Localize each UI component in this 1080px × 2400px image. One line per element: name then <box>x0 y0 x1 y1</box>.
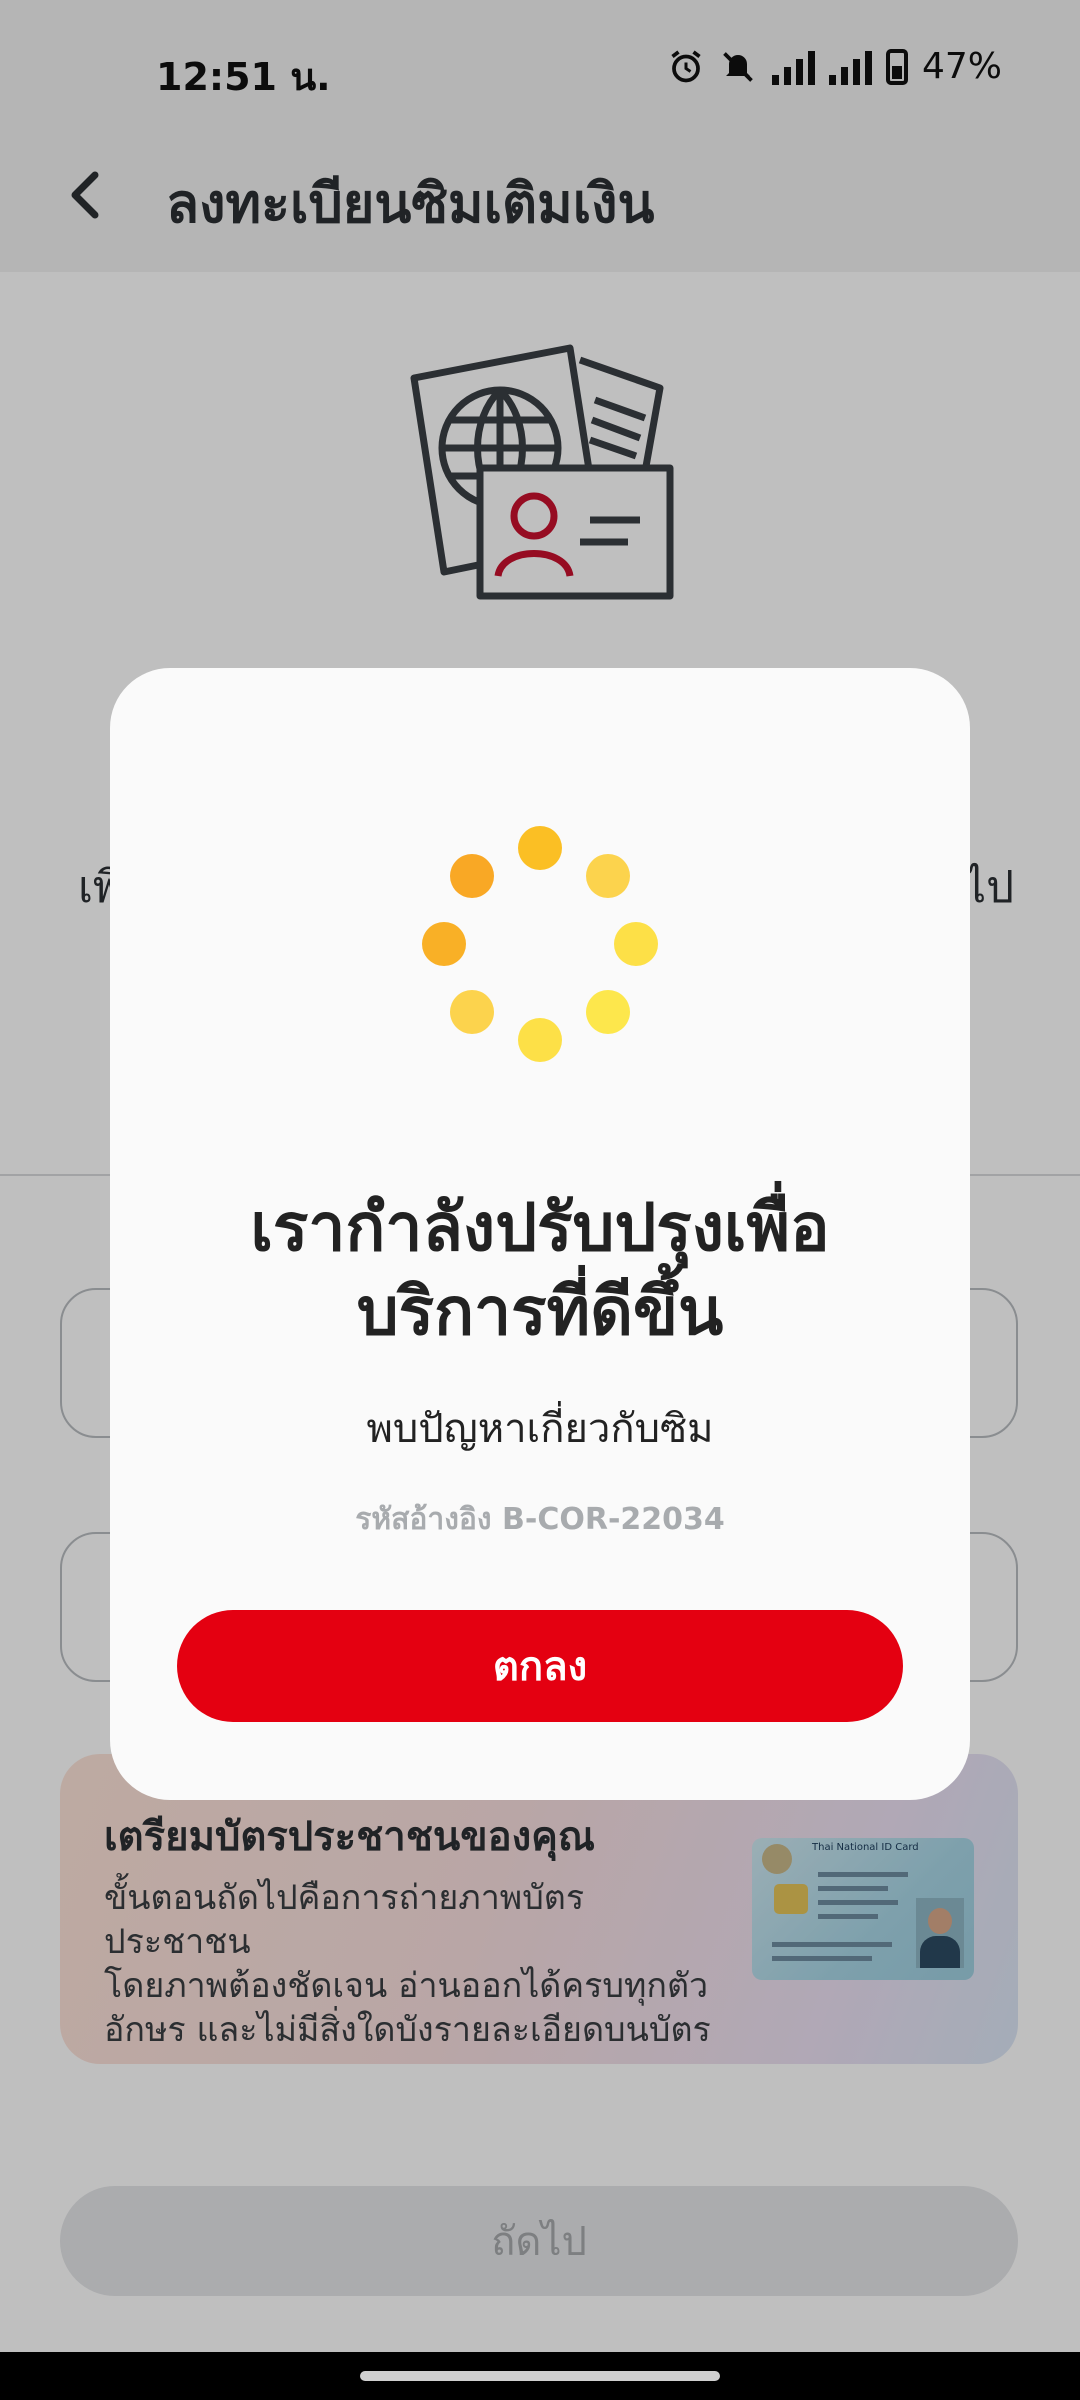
dialog-title: เรากำลังปรับปรุงเพื่อ บริการที่ดีขึ้น <box>110 1186 970 1354</box>
reference-code: รหัสอ้างอิง B-COR-22034 <box>355 1502 725 1537</box>
dialog-message: พบปัญหาเกี่ยวกับซิม <box>366 1406 714 1452</box>
dialog-title-line: บริการที่ดีขึ้น <box>356 1273 724 1350</box>
home-handle[interactable] <box>360 2371 720 2381</box>
loading-spinner-icon <box>422 826 658 1062</box>
ok-button[interactable]: ตกลง <box>177 1610 903 1722</box>
dialog-title-line: เรากำลังปรับปรุงเพื่อ <box>250 1189 830 1266</box>
